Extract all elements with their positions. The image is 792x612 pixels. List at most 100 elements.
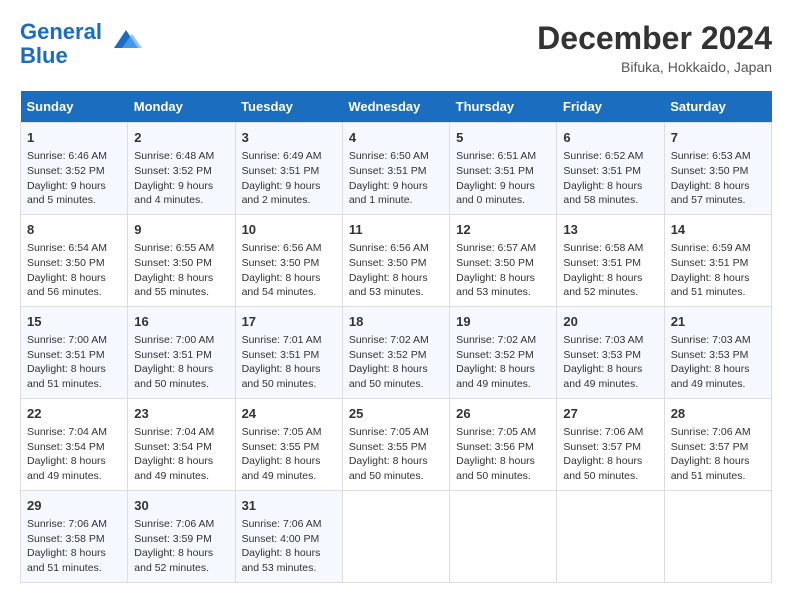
day-header-tuesday: Tuesday (235, 91, 342, 123)
calendar-cell (450, 490, 557, 582)
day-info: Sunrise: 7:01 AMSunset: 3:51 PMDaylight:… (242, 333, 336, 392)
calendar-cell: 26 Sunrise: 7:05 AMSunset: 3:56 PMDayligh… (450, 398, 557, 490)
calendar-week-1: 1 Sunrise: 6:46 AMSunset: 3:52 PMDaylight… (21, 123, 772, 215)
day-number: 16 (134, 313, 228, 331)
calendar-cell: 13Sunrise: 6:58 AMSunset: 3:51 PMDayligh… (557, 214, 664, 306)
logo: GeneralBlue (20, 20, 142, 68)
calendar-cell: 20 Sunrise: 7:03 AMSunset: 3:53 PMDayligh… (557, 306, 664, 398)
day-number: 21 (671, 313, 765, 331)
day-number: 22 (27, 405, 121, 423)
calendar-cell: 15Sunrise: 7:00 AMSunset: 3:51 PMDayligh… (21, 306, 128, 398)
day-number: 27 (563, 405, 657, 423)
header-row: SundayMondayTuesdayWednesdayThursdayFrid… (21, 91, 772, 123)
page-header: GeneralBlue December 2024 Bifuka, Hokkai… (20, 20, 772, 75)
day-number: 26 (456, 405, 550, 423)
day-number: 25 (349, 405, 443, 423)
calendar-cell: 1 Sunrise: 6:46 AMSunset: 3:52 PMDaylight… (21, 123, 128, 215)
day-info: Sunrise: 7:02 AMSunset: 3:52 PMDaylight:… (349, 333, 443, 392)
day-number: 8 (27, 221, 121, 239)
day-info: Sunrise: 6:57 AMSunset: 3:50 PMDaylight:… (456, 241, 550, 300)
calendar-cell (342, 490, 449, 582)
day-info: Sunrise: 7:04 AMSunset: 3:54 PMDaylight:… (134, 425, 228, 484)
day-info: Sunrise: 7:04 AMSunset: 3:54 PMDaylight:… (27, 425, 121, 484)
calendar-cell: 27 Sunrise: 7:06 AMSunset: 3:57 PMDayligh… (557, 398, 664, 490)
calendar-cell: 31 Sunrise: 7:06 AMSunset: 4:00 PMDayligh… (235, 490, 342, 582)
day-number: 24 (242, 405, 336, 423)
day-number: 2 (134, 129, 228, 147)
logo-icon (104, 20, 142, 58)
day-info: Sunrise: 7:03 AMSunset: 3:53 PMDaylight:… (563, 333, 657, 392)
day-header-monday: Monday (128, 91, 235, 123)
calendar-cell: 21 Sunrise: 7:03 AMSunset: 3:53 PMDayligh… (664, 306, 771, 398)
day-info: Sunrise: 7:03 AMSunset: 3:53 PMDaylight:… (671, 333, 765, 392)
day-info: Sunrise: 6:53 AMSunset: 3:50 PMDaylight:… (671, 149, 765, 208)
day-info: Sunrise: 7:06 AMSunset: 3:58 PMDaylight:… (27, 517, 121, 576)
calendar-table: SundayMondayTuesdayWednesdayThursdayFrid… (20, 91, 772, 583)
day-number: 18 (349, 313, 443, 331)
calendar-cell: 24 Sunrise: 7:05 AMSunset: 3:55 PMDayligh… (235, 398, 342, 490)
day-number: 31 (242, 497, 336, 515)
calendar-cell: 6 Sunrise: 6:52 AMSunset: 3:51 PMDaylight… (557, 123, 664, 215)
day-number: 20 (563, 313, 657, 331)
day-info: Sunrise: 7:06 AMSunset: 3:57 PMDaylight:… (563, 425, 657, 484)
day-number: 11 (349, 221, 443, 239)
logo-text: GeneralBlue (20, 20, 102, 68)
calendar-cell: 29Sunrise: 7:06 AMSunset: 3:58 PMDayligh… (21, 490, 128, 582)
calendar-week-2: 8 Sunrise: 6:54 AMSunset: 3:50 PMDaylight… (21, 214, 772, 306)
day-number: 14 (671, 221, 765, 239)
day-info: Sunrise: 6:56 AMSunset: 3:50 PMDaylight:… (242, 241, 336, 300)
calendar-cell: 7 Sunrise: 6:53 AMSunset: 3:50 PMDaylight… (664, 123, 771, 215)
day-info: Sunrise: 7:00 AMSunset: 3:51 PMDaylight:… (27, 333, 121, 392)
day-info: Sunrise: 7:05 AMSunset: 3:56 PMDaylight:… (456, 425, 550, 484)
day-info: Sunrise: 6:54 AMSunset: 3:50 PMDaylight:… (27, 241, 121, 300)
calendar-cell: 23Sunrise: 7:04 AMSunset: 3:54 PMDayligh… (128, 398, 235, 490)
title-block: December 2024 Bifuka, Hokkaido, Japan (537, 20, 772, 75)
day-number: 4 (349, 129, 443, 147)
calendar-cell (557, 490, 664, 582)
day-number: 3 (242, 129, 336, 147)
day-info: Sunrise: 6:59 AMSunset: 3:51 PMDaylight:… (671, 241, 765, 300)
calendar-cell: 4 Sunrise: 6:50 AMSunset: 3:51 PMDaylight… (342, 123, 449, 215)
day-number: 12 (456, 221, 550, 239)
day-number: 7 (671, 129, 765, 147)
calendar-cell: 8 Sunrise: 6:54 AMSunset: 3:50 PMDaylight… (21, 214, 128, 306)
day-number: 10 (242, 221, 336, 239)
day-info: Sunrise: 6:50 AMSunset: 3:51 PMDaylight:… (349, 149, 443, 208)
calendar-week-5: 29Sunrise: 7:06 AMSunset: 3:58 PMDayligh… (21, 490, 772, 582)
day-info: Sunrise: 6:58 AMSunset: 3:51 PMDaylight:… (563, 241, 657, 300)
day-info: Sunrise: 7:02 AMSunset: 3:52 PMDaylight:… (456, 333, 550, 392)
day-info: Sunrise: 6:51 AMSunset: 3:51 PMDaylight:… (456, 149, 550, 208)
calendar-cell: 12 Sunrise: 6:57 AMSunset: 3:50 PMDayligh… (450, 214, 557, 306)
calendar-cell: 30Sunrise: 7:06 AMSunset: 3:59 PMDayligh… (128, 490, 235, 582)
calendar-week-3: 15Sunrise: 7:00 AMSunset: 3:51 PMDayligh… (21, 306, 772, 398)
day-info: Sunrise: 6:46 AMSunset: 3:52 PMDaylight:… (27, 149, 121, 208)
day-header-saturday: Saturday (664, 91, 771, 123)
calendar-cell: 14 Sunrise: 6:59 AMSunset: 3:51 PMDayligh… (664, 214, 771, 306)
day-number: 9 (134, 221, 228, 239)
day-info: Sunrise: 6:52 AMSunset: 3:51 PMDaylight:… (563, 149, 657, 208)
day-header-wednesday: Wednesday (342, 91, 449, 123)
day-number: 30 (134, 497, 228, 515)
day-number: 17 (242, 313, 336, 331)
day-number: 5 (456, 129, 550, 147)
calendar-cell: 28Sunrise: 7:06 AMSunset: 3:57 PMDayligh… (664, 398, 771, 490)
calendar-cell: 25Sunrise: 7:05 AMSunset: 3:55 PMDayligh… (342, 398, 449, 490)
day-number: 28 (671, 405, 765, 423)
day-info: Sunrise: 7:05 AMSunset: 3:55 PMDaylight:… (242, 425, 336, 484)
day-number: 6 (563, 129, 657, 147)
day-header-sunday: Sunday (21, 91, 128, 123)
subtitle: Bifuka, Hokkaido, Japan (537, 59, 772, 75)
calendar-cell: 22 Sunrise: 7:04 AMSunset: 3:54 PMDayligh… (21, 398, 128, 490)
day-info: Sunrise: 6:56 AMSunset: 3:50 PMDaylight:… (349, 241, 443, 300)
day-number: 1 (27, 129, 121, 147)
day-info: Sunrise: 6:55 AMSunset: 3:50 PMDaylight:… (134, 241, 228, 300)
calendar-cell: 3Sunrise: 6:49 AMSunset: 3:51 PMDaylight… (235, 123, 342, 215)
calendar-cell: 5 Sunrise: 6:51 AMSunset: 3:51 PMDaylight… (450, 123, 557, 215)
calendar-cell (664, 490, 771, 582)
calendar-cell: 11 Sunrise: 6:56 AMSunset: 3:50 PMDayligh… (342, 214, 449, 306)
calendar-cell: 19 Sunrise: 7:02 AMSunset: 3:52 PMDayligh… (450, 306, 557, 398)
day-info: Sunrise: 7:00 AMSunset: 3:51 PMDaylight:… (134, 333, 228, 392)
day-number: 19 (456, 313, 550, 331)
main-title: December 2024 (537, 20, 772, 57)
day-info: Sunrise: 7:06 AMSunset: 4:00 PMDaylight:… (242, 517, 336, 576)
